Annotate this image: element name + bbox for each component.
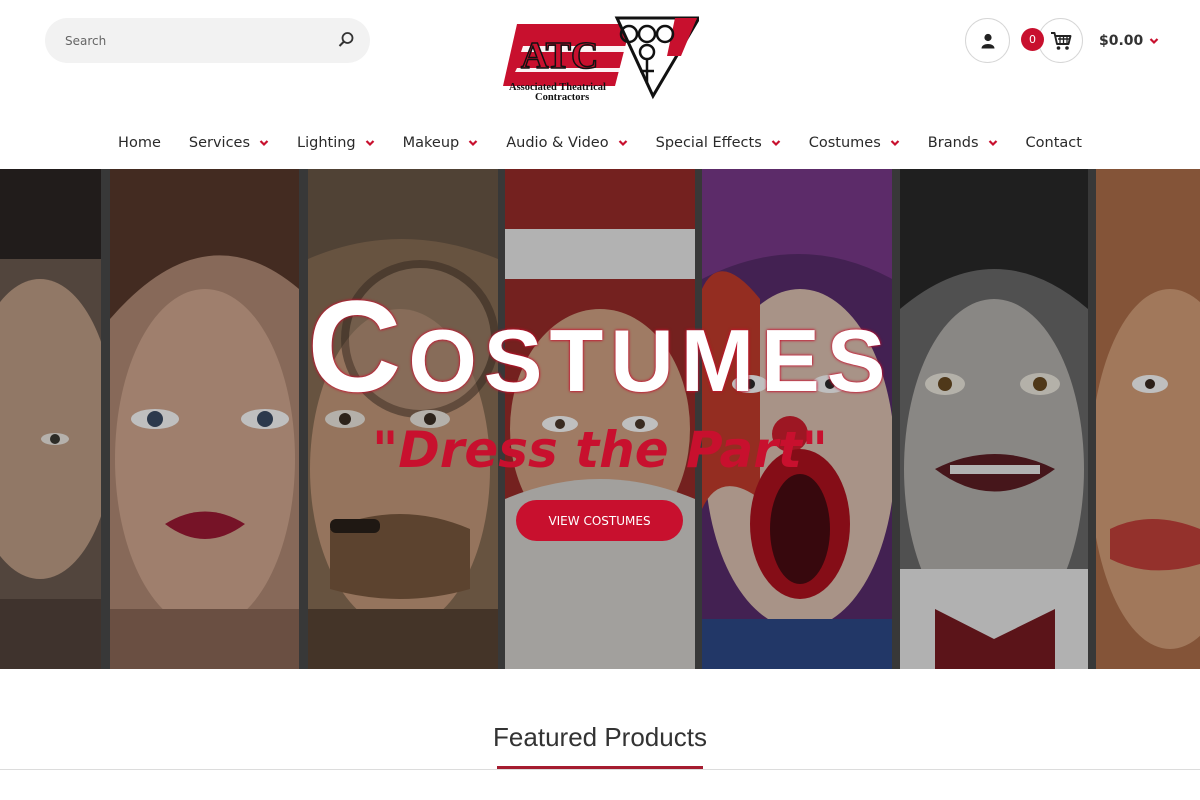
section-divider <box>0 769 1200 770</box>
nav-item-makeup[interactable]: Makeup <box>389 124 493 162</box>
chevron-down-icon <box>1150 38 1159 45</box>
nav-item-label: Costumes <box>808 135 881 151</box>
cart-total-amount: $0.00 <box>1099 33 1144 49</box>
nav-item-label: Lighting <box>297 135 356 151</box>
nav-item-label: Brands <box>927 135 979 151</box>
chevron-down-icon <box>771 140 781 147</box>
cart-count-badge: 0 <box>1021 28 1044 51</box>
nav-item-label: Home <box>118 135 161 151</box>
site-logo[interactable]: ATC Associated Theatrical Contractors <box>503 16 702 103</box>
cart-total-dropdown[interactable]: $0.00 <box>1099 31 1159 51</box>
hero-title-rest: OSTUMES <box>408 311 893 410</box>
featured-products-heading: Featured Products <box>493 722 707 752</box>
chevron-down-icon <box>468 140 478 147</box>
account-button[interactable] <box>965 18 1010 63</box>
search-icon <box>338 32 354 47</box>
logo-line-2: Contractors <box>535 92 589 102</box>
nav-item-costumes[interactable]: Costumes <box>795 124 914 162</box>
nav-item-lighting[interactable]: Lighting <box>283 124 389 162</box>
nav-item-contact[interactable]: Contact <box>1012 124 1096 162</box>
chevron-down-icon <box>890 140 900 147</box>
nav-item-label: Makeup <box>402 135 460 151</box>
chevron-down-icon <box>365 140 374 147</box>
user-icon <box>981 33 994 48</box>
cart-button[interactable] <box>1038 18 1083 63</box>
logo-letters: ATC <box>521 35 598 77</box>
nav-item-label: Audio & Video <box>506 135 609 151</box>
chevron-down-icon <box>618 140 627 147</box>
nav-item-home[interactable]: Home <box>104 124 175 162</box>
cart-icon <box>1050 31 1071 50</box>
nav-item-label: Special Effects <box>655 135 762 151</box>
search-bar <box>45 18 370 63</box>
hero-banner: COSTUMES "Dress the Part" VIEW COSTUMES <box>0 169 1200 669</box>
hero-title-initial: C <box>307 273 409 419</box>
site-header: ATC Associated Theatrical Contractors 0 … <box>0 0 1200 120</box>
nav-item-brands[interactable]: Brands <box>914 124 1012 162</box>
nav-item-audio-video[interactable]: Audio & Video <box>492 124 641 162</box>
main-nav: Home Services Lighting Makeup Audio & Vi… <box>0 124 1200 162</box>
chevron-down-icon <box>259 140 269 147</box>
chevron-down-icon <box>988 140 997 147</box>
search-input[interactable] <box>65 30 315 52</box>
search-button[interactable] <box>332 26 360 54</box>
nav-item-label: Services <box>188 135 251 151</box>
hero-title: COSTUMES <box>0 281 1200 426</box>
nav-item-label: Contact <box>1025 135 1082 151</box>
nav-item-special-effects[interactable]: Special Effects <box>642 124 795 162</box>
hero-tagline: "Dress the Part" <box>372 421 828 479</box>
view-costumes-button[interactable]: VIEW COSTUMES <box>516 500 683 541</box>
nav-item-services[interactable]: Services <box>175 124 283 162</box>
